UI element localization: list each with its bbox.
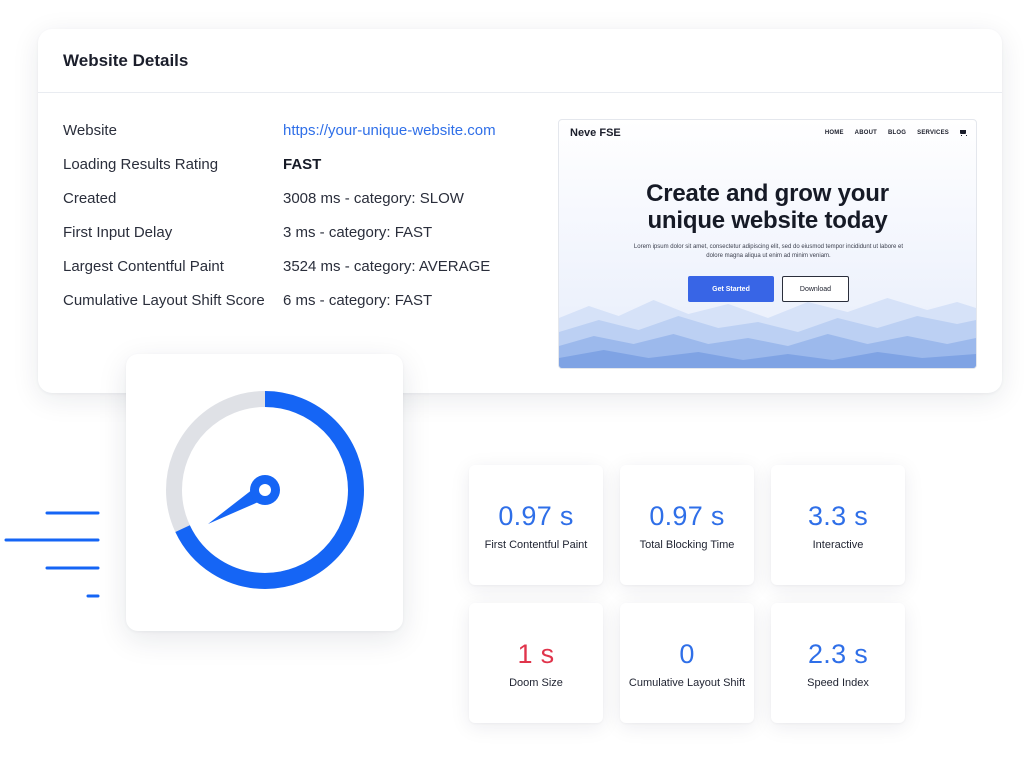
card-header: Website Details (38, 29, 1002, 93)
detail-label: Website (63, 122, 117, 139)
preview-menu: HOME ABOUT BLOG SERVICES (825, 130, 967, 136)
detail-value: 3 ms - category: FAST (283, 224, 433, 241)
metric-first-contentful-paint: 0.97 s First Contentful Paint (469, 465, 603, 585)
website-link[interactable]: https://your-unique-website.com (283, 122, 496, 139)
preview-headline-line1: Create and grow your (646, 180, 889, 207)
card-title: Website Details (63, 51, 189, 70)
website-preview[interactable]: Neve FSE HOME ABOUT BLOG SERVICES Create… (558, 119, 977, 369)
metric-speed-index: 2.3 s Speed Index (771, 603, 905, 723)
metric-label: Interactive (812, 539, 864, 551)
preview-headline: Create and grow your unique website toda… (559, 180, 976, 234)
metric-value: 3.3 s (807, 501, 869, 531)
metric-label: Speed Index (807, 677, 869, 689)
metric-value: 0.97 s (649, 501, 725, 531)
metric-label: Doom Size (509, 677, 563, 689)
metric-value: 0.97 s (498, 501, 574, 531)
speed-gauge-card (126, 354, 403, 631)
metric-doom-size: 1 s Doom Size (469, 603, 603, 723)
detail-value: 6 ms - category: FAST (283, 292, 433, 309)
speed-lines-decoration (4, 511, 100, 598)
preview-subtext: Lorem ipsum dolor sit amet, consectetur … (633, 244, 904, 259)
detail-value: FAST (283, 156, 322, 173)
website-details-card: Website Details Website https://your-uni… (38, 29, 1002, 393)
metric-value: 0 (679, 639, 695, 669)
preview-headline-line2: unique website today (647, 207, 888, 234)
detail-label: Loading Results Rating (63, 156, 219, 173)
preview-menu-about[interactable]: ABOUT (855, 130, 877, 136)
mountains-illustration (559, 298, 976, 368)
metric-cumulative-layout-shift: 0 Cumulative Layout Shift (620, 603, 754, 723)
cart-icon[interactable] (960, 130, 967, 136)
metric-value: 1 s (517, 639, 555, 669)
metric-label: Cumulative Layout Shift (628, 677, 746, 689)
metric-label: Total Blocking Time (639, 539, 735, 551)
detail-label: Created (63, 190, 117, 207)
detail-label: Largest Contentful Paint (63, 258, 224, 275)
gauge-hub-center (259, 484, 271, 496)
detail-value: 3524 ms - category: AVERAGE (283, 258, 491, 275)
preview-brand: Neve FSE (570, 127, 621, 139)
detail-label: Cumulative Layout Shift Score (63, 292, 265, 309)
metric-interactive: 3.3 s Interactive (771, 465, 905, 585)
preview-menu-services[interactable]: SERVICES (917, 130, 949, 136)
metric-value: 2.3 s (807, 639, 869, 669)
preview-menu-home[interactable]: HOME (825, 130, 844, 136)
preview-nav: Neve FSE HOME ABOUT BLOG SERVICES (559, 120, 976, 148)
detail-value: 3008 ms - category: SLOW (283, 190, 464, 207)
speedometer-icon (166, 391, 364, 589)
metric-label: First Contentful Paint (484, 539, 588, 551)
metric-total-blocking-time: 0.97 s Total Blocking Time (620, 465, 754, 585)
detail-label: First Input Delay (63, 224, 173, 241)
preview-menu-blog[interactable]: BLOG (888, 130, 906, 136)
